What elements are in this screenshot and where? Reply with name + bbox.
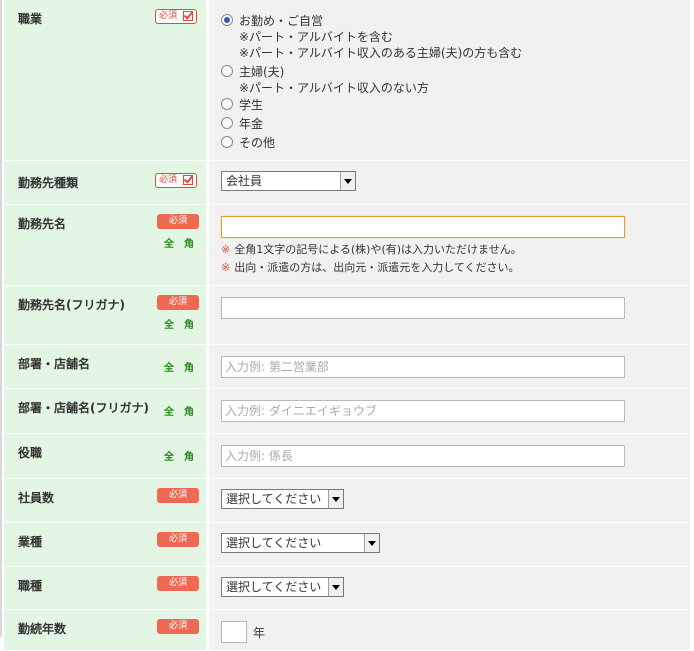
employees-label: 社員数 <box>18 491 55 505</box>
department-label: 部署・店舗名 <box>18 357 91 371</box>
department-kana-label: 部署・店舗名(フリガナ) <box>18 401 149 415</box>
row-occupation: 職業 必須 お勤め・ご自営 ※パート・アルバイトを含む ※パート・アルバイト収入… <box>4 0 690 161</box>
radio-button-icon[interactable] <box>221 117 233 129</box>
employer-type-label: 勤務先種類 <box>18 176 79 190</box>
row-position: 役職 全角 <box>4 434 690 479</box>
row-employer-kana: 勤務先名(フリガナ) 必須 全角 <box>4 286 690 345</box>
check-icon <box>183 175 193 185</box>
zenkaku-label: 全角 <box>164 407 204 418</box>
warning: ※ 出向・派遣の方は、出向元・派遣元を入力してください。 <box>221 261 520 274</box>
radio-housewife[interactable]: 主婦(夫) <box>221 64 284 80</box>
radio-pension[interactable]: 年金 <box>221 116 263 132</box>
radio-button-icon[interactable] <box>221 14 233 26</box>
warning: ※ 全角1文字の記号による(株)や(有)は入力いただけません。 <box>221 243 522 256</box>
radio-button-icon[interactable] <box>221 98 233 110</box>
required-badge: 必須 <box>157 295 199 310</box>
industry-label: 業種 <box>18 535 43 549</box>
employer-name-input[interactable] <box>221 216 625 238</box>
position-label: 役職 <box>18 446 43 460</box>
required-badge: 必須 <box>155 173 197 188</box>
chevron-down-icon[interactable] <box>328 578 343 596</box>
required-badge: 必須 <box>155 9 197 24</box>
required-badge: 必須 <box>157 619 199 634</box>
radio-student[interactable]: 学生 <box>221 97 263 113</box>
check-icon <box>183 11 193 21</box>
radio-button-icon[interactable] <box>221 136 233 148</box>
chevron-down-icon[interactable] <box>328 490 343 508</box>
employer-name-label: 勤務先名 <box>18 217 67 231</box>
application-form: 職業 必須 お勤め・ご自営 ※パート・アルバイトを含む ※パート・アルバイト収入… <box>0 0 690 651</box>
row-employer-type: 勤務先種類 必須 会社員 <box>4 161 690 205</box>
note: ※パート・アルバイト収入のある主婦(夫)の方も含む <box>239 46 523 60</box>
note: ※パート・アルバイト収入のない方 <box>239 81 429 95</box>
department-input[interactable] <box>221 356 625 378</box>
employees-select[interactable]: 選択してください <box>221 489 344 509</box>
row-industry: 業種 必須 選択してください <box>4 523 690 567</box>
zenkaku-label: 全角 <box>164 320 204 331</box>
row-employer-name: 勤務先名 必須 全角 ※ 全角1文字の記号による(株)や(有)は入力いただけません… <box>4 205 690 286</box>
job-type-select[interactable]: 選択してください <box>221 577 344 597</box>
row-years-employed: 勤続年数 必須 年 <box>4 610 690 651</box>
note: ※パート・アルバイトを含む <box>239 30 393 44</box>
row-department: 部署・店舗名 全角 <box>4 345 690 389</box>
zenkaku-label: 全角 <box>164 452 204 463</box>
years-unit: 年 <box>253 626 266 640</box>
chevron-down-icon[interactable] <box>364 534 379 552</box>
required-badge: 必須 <box>157 488 199 503</box>
chevron-down-icon[interactable] <box>340 172 355 190</box>
years-employed-input[interactable] <box>221 621 247 643</box>
employer-kana-input[interactable] <box>221 297 625 319</box>
occupation-label: 職業 <box>18 12 43 26</box>
radio-other[interactable]: その他 <box>221 135 275 151</box>
radio-button-icon[interactable] <box>221 65 233 77</box>
years-employed-label: 勤続年数 <box>18 622 67 636</box>
industry-select[interactable]: 選択してください <box>221 533 380 553</box>
required-badge: 必須 <box>157 532 199 547</box>
position-input[interactable] <box>221 445 625 467</box>
employer-type-select[interactable]: 会社員 <box>221 171 356 191</box>
department-kana-input[interactable] <box>221 400 625 422</box>
required-badge: 必須 <box>157 214 199 229</box>
job-type-label: 職種 <box>18 579 43 593</box>
radio-employed[interactable]: お勤め・ご自営 <box>221 13 323 29</box>
zenkaku-label: 全角 <box>164 363 204 374</box>
row-job-type: 職種 必須 選択してください <box>4 567 690 610</box>
required-badge: 必須 <box>157 576 199 591</box>
employer-kana-label: 勤務先名(フリガナ) <box>18 298 125 312</box>
zenkaku-label: 全角 <box>164 239 204 250</box>
row-department-kana: 部署・店舗名(フリガナ) 全角 <box>4 389 690 434</box>
row-employees: 社員数 必須 選択してください <box>4 479 690 523</box>
